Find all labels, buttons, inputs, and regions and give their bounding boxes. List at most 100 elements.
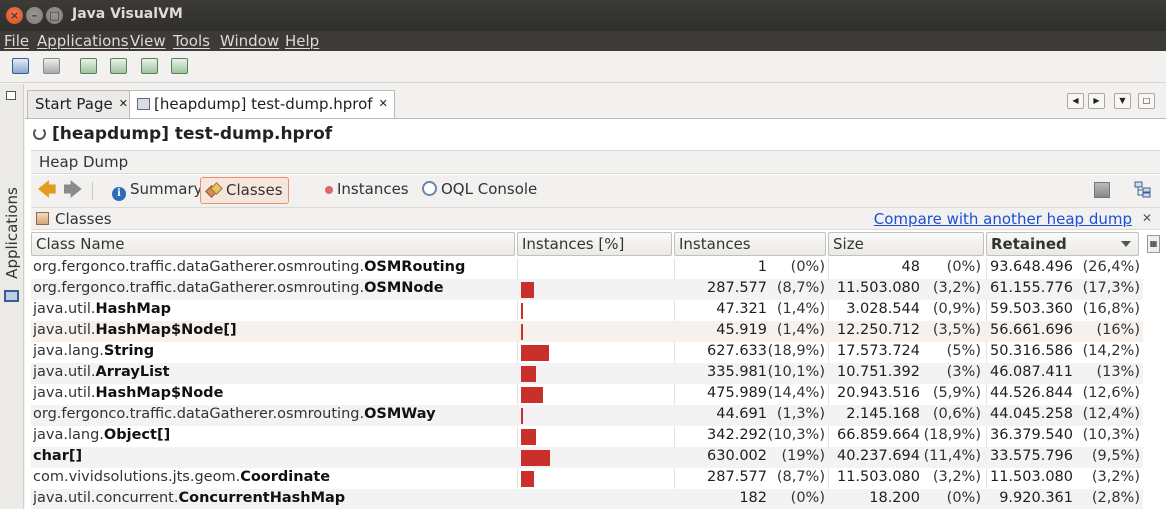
table-row[interactable]: java.util.HashMap$Node 475.989 (14,4%) 20.9… bbox=[31, 384, 1143, 405]
snapshot-icon[interactable] bbox=[171, 58, 188, 74]
open-file-icon[interactable] bbox=[12, 58, 29, 74]
info-icon: i bbox=[112, 187, 126, 201]
class-simple-name: OSMRouting bbox=[364, 259, 466, 275]
classes-view-button[interactable]: Classes bbox=[200, 177, 289, 204]
tab-close-icon[interactable]: ✕ bbox=[379, 97, 388, 110]
scroll-tabs-right-button[interactable]: ▶ bbox=[1088, 93, 1105, 109]
tab-close-icon[interactable]: ✕ bbox=[119, 97, 128, 110]
size-value: 20.943.516 bbox=[836, 385, 920, 401]
oql-icon bbox=[422, 181, 437, 196]
retained-value: 44.526.844 bbox=[989, 385, 1073, 401]
instances-count: 287.577 bbox=[707, 469, 767, 485]
menu-help[interactable]: Help bbox=[285, 32, 319, 50]
table-row[interactable]: java.util.HashMap$Node[] 45.919 (1,4%) 12.2… bbox=[31, 321, 1143, 342]
retained-percent: (16%) bbox=[1096, 322, 1140, 338]
table-row[interactable]: java.lang.Object[] 342.292 (10,3%) 66.859.6… bbox=[31, 426, 1143, 447]
menu-view[interactable]: View bbox=[130, 32, 166, 50]
oql-console-view-button[interactable]: OQL Console bbox=[417, 177, 542, 204]
maximize-tab-button[interactable]: □ bbox=[1138, 93, 1155, 109]
separator bbox=[92, 182, 93, 200]
class-name-cell: java.util.ArrayList bbox=[33, 364, 517, 384]
retained-value: 61.155.776 bbox=[989, 280, 1073, 296]
window-minimize-button[interactable]: – bbox=[26, 7, 43, 24]
loading-spinner-icon bbox=[33, 127, 46, 140]
instances-percent-bar bbox=[521, 366, 537, 382]
class-simple-name: ArrayList bbox=[95, 364, 170, 380]
menu-file[interactable]: File bbox=[4, 32, 29, 50]
instances-dot-icon bbox=[325, 186, 333, 194]
instances-percent: (8,7%) bbox=[776, 280, 825, 296]
add-remote-host-icon[interactable] bbox=[110, 58, 127, 74]
table-row[interactable]: org.fergonco.traffic.dataGatherer.osmrou… bbox=[31, 279, 1143, 300]
table-row[interactable]: char[] 630.002 (19%) 40.237.694 (11,4%) 33.57… bbox=[31, 447, 1143, 468]
menu-window[interactable]: Window bbox=[220, 32, 279, 50]
column-instances-percent[interactable]: Instances [%] bbox=[517, 232, 672, 256]
page-title: [heapdump] test-dump.hprof bbox=[33, 124, 332, 144]
instances-percent-bar bbox=[521, 429, 537, 445]
table-row[interactable]: org.fergonco.traffic.dataGatherer.osmrou… bbox=[31, 258, 1143, 279]
restore-panel-icon[interactable] bbox=[6, 91, 16, 100]
class-name-cell: com.vividsolutions.jts.geom.Coordinate bbox=[33, 469, 517, 489]
column-retained[interactable]: Retained bbox=[986, 232, 1139, 256]
table-row[interactable]: com.vividsolutions.jts.geom.Coordinate 28… bbox=[31, 468, 1143, 489]
applications-side-tab[interactable]: Applications bbox=[3, 187, 21, 279]
dominator-tree-icon[interactable] bbox=[1134, 181, 1152, 198]
tab-heapdump[interactable]: [heapdump] test-dump.hprof ✕ bbox=[129, 90, 395, 119]
instances-percent-bar bbox=[521, 471, 535, 487]
table-row[interactable]: java.util.ArrayList 335.981 (10,1%) 10.751.… bbox=[31, 363, 1143, 384]
heapdump-panel: [heapdump] test-dump.hprof Heap Dump 🡄 🡆… bbox=[25, 118, 1166, 509]
table-row[interactable]: org.fergonco.traffic.dataGatherer.osmrou… bbox=[31, 405, 1143, 426]
close-icon[interactable]: ✕ bbox=[1142, 211, 1152, 225]
retained-percent: (12,6%) bbox=[1082, 385, 1140, 401]
instances-count: 45.919 bbox=[716, 322, 767, 338]
table-row[interactable]: java.util.concurrent.ConcurrentHashMap 18… bbox=[31, 489, 1143, 509]
column-size[interactable]: Size bbox=[828, 232, 984, 256]
table-row[interactable]: java.util.HashMap 47.321 (1,4%) 3.028.544 (0… bbox=[31, 300, 1143, 321]
save-snapshot-icon[interactable] bbox=[1094, 182, 1110, 198]
class-simple-name: ConcurrentHashMap bbox=[178, 490, 346, 506]
view-switcher: 🡄 🡆 i Summary Classes Instances OQL Conso… bbox=[31, 175, 1160, 207]
retained-value: 36.379.540 bbox=[989, 427, 1073, 443]
size-percent: (3,2%) bbox=[932, 469, 981, 485]
main-toolbar bbox=[0, 51, 1166, 83]
menu-tools[interactable]: Tools bbox=[173, 32, 210, 50]
save-icon[interactable] bbox=[43, 58, 60, 74]
window-maximize-button[interactable]: □ bbox=[46, 7, 63, 24]
menu-applications[interactable]: Applications bbox=[37, 32, 129, 50]
column-picker-icon[interactable]: ▦ bbox=[1147, 235, 1160, 253]
classes-table: Class Name Instances [%] Instances Size … bbox=[31, 231, 1160, 509]
monitor-icon[interactable] bbox=[4, 290, 19, 302]
heap-dump-icon[interactable] bbox=[141, 58, 158, 74]
tab-list-button[interactable]: ▼ bbox=[1114, 93, 1131, 109]
instances-count: 630.002 bbox=[707, 448, 767, 464]
back-arrow-icon[interactable]: 🡄 bbox=[37, 181, 57, 200]
add-jmx-connection-icon[interactable] bbox=[80, 58, 97, 74]
window-close-button[interactable]: × bbox=[6, 7, 23, 24]
retained-value: 59.503.360 bbox=[989, 301, 1073, 317]
compare-heap-dump-link[interactable]: Compare with another heap dump bbox=[874, 210, 1132, 228]
retained-value: 56.661.696 bbox=[989, 322, 1073, 338]
table-header: Class Name Instances [%] Instances Size … bbox=[31, 231, 1160, 257]
document-tabbar: Start Page ✕ [heapdump] test-dump.hprof ✕ … bbox=[25, 84, 1166, 119]
instances-percent-bar-cell bbox=[520, 322, 675, 342]
column-instances[interactable]: Instances bbox=[674, 232, 826, 256]
instances-view-button[interactable]: Instances bbox=[317, 177, 414, 204]
size-value: 3.028.544 bbox=[846, 301, 920, 317]
class-simple-name: HashMap$Node[] bbox=[95, 322, 237, 338]
window-titlebar: × – □ Java VisualVM bbox=[0, 0, 1166, 31]
scroll-tabs-left-button[interactable]: ◀ bbox=[1067, 93, 1084, 109]
class-simple-name: OSMNode bbox=[364, 280, 444, 296]
forward-arrow-icon[interactable]: 🡆 bbox=[63, 181, 83, 200]
table-row[interactable]: java.lang.String 627.633 (18,9%) 17.573.724… bbox=[31, 342, 1143, 363]
instances-percent-bar-cell bbox=[520, 259, 675, 279]
instances-percent-bar-cell bbox=[520, 364, 675, 384]
instances-percent-bar bbox=[521, 387, 543, 403]
instances-count: 287.577 bbox=[707, 280, 767, 296]
heap-dump-section-header: Heap Dump bbox=[31, 150, 1160, 174]
instances-percent-bar-cell bbox=[520, 490, 675, 509]
column-class-name[interactable]: Class Name bbox=[31, 232, 515, 256]
summary-view-button[interactable]: i Summary bbox=[107, 177, 208, 204]
tab-start-page[interactable]: Start Page ✕ bbox=[27, 90, 135, 118]
size-value: 48 bbox=[901, 259, 920, 275]
size-value: 12.250.712 bbox=[836, 322, 920, 338]
